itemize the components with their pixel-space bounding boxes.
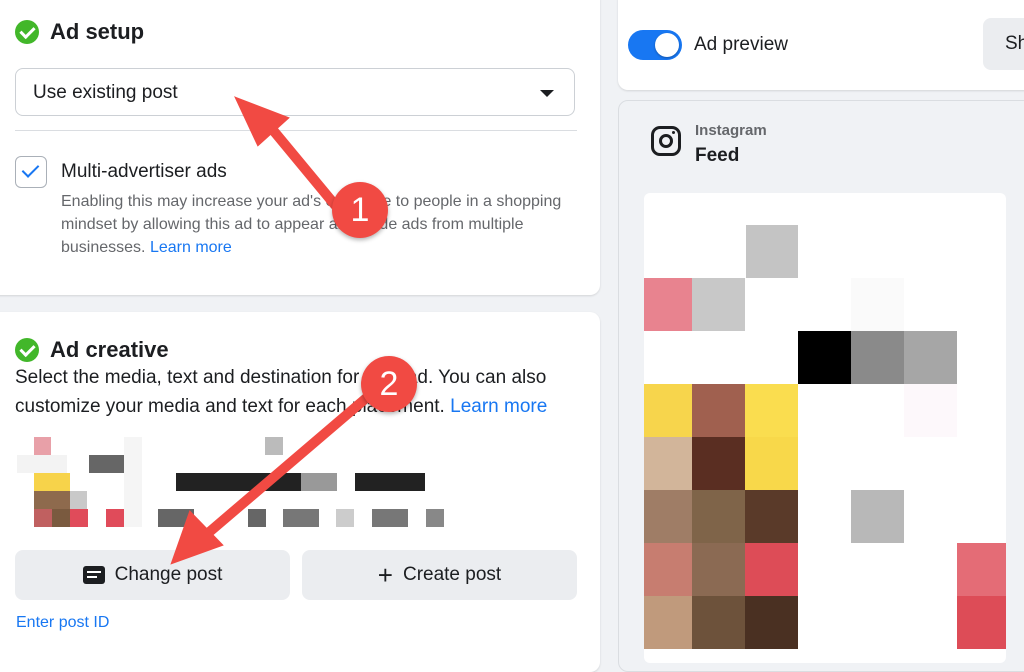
platform-label: Instagram	[695, 122, 767, 139]
change-post-button[interactable]: Change post	[15, 550, 290, 600]
ad-preview-image	[644, 193, 1006, 663]
ad-creative-title: Ad creative	[50, 337, 169, 362]
ad-preview-label: Ad preview	[694, 34, 788, 55]
ad-setup-check-icon	[15, 20, 39, 44]
multi-advertiser-desc-text: Enabling this may increase your ad's exp…	[61, 193, 562, 256]
share-button[interactable]: Sh	[983, 18, 1024, 70]
ad-setup-title: Ad setup	[50, 19, 145, 44]
post-icon	[82, 566, 105, 584]
share-label: Sh	[1005, 33, 1024, 54]
learn-more-link-setup[interactable]: Learn more	[150, 239, 232, 256]
post-text-redacted	[158, 437, 458, 527]
enter-post-id-link[interactable]: Enter post ID	[16, 614, 109, 632]
multi-advertiser-checkbox[interactable]	[15, 156, 47, 188]
chevron-down-icon	[540, 90, 554, 97]
post-thumbnail	[17, 437, 142, 527]
ad-preview-toggle[interactable]	[628, 30, 682, 60]
multi-advertiser-description: Enabling this may increase your ad's exp…	[61, 190, 586, 259]
step-2-badge: 2	[361, 356, 417, 412]
learn-more-link-creative[interactable]: Learn more	[450, 396, 547, 417]
ad-creative-description: Select the media, text and destination f…	[15, 363, 585, 421]
multi-advertiser-label: Multi-advertiser ads	[61, 161, 227, 182]
placement-label: Feed	[695, 145, 740, 166]
post-source-value: Use existing post	[33, 82, 178, 103]
create-post-button[interactable]: + Create post	[302, 550, 577, 600]
step-1-badge: 1	[332, 182, 388, 238]
plus-icon: +	[377, 560, 393, 590]
change-post-label: Change post	[114, 564, 223, 585]
ad-creative-check-icon	[15, 338, 39, 362]
instagram-icon	[651, 126, 681, 156]
post-source-dropdown[interactable]: Use existing post	[15, 68, 575, 116]
create-post-label: Create post	[402, 564, 502, 585]
divider	[15, 130, 577, 131]
